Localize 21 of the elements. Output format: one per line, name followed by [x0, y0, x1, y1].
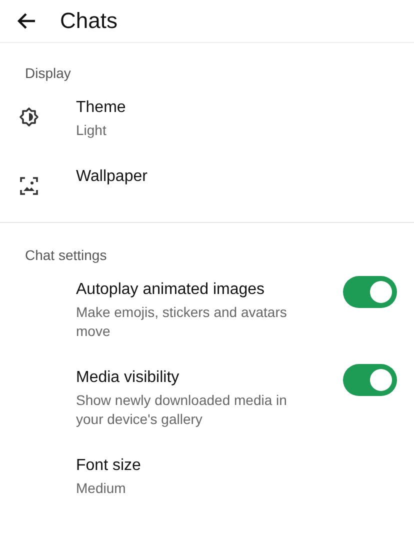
- item-subtitle: Medium: [76, 479, 127, 498]
- section-header: Chat settings: [24, 247, 108, 263]
- settings-item[interactable]: Theme Light: [0, 97, 414, 140]
- toggle-switch[interactable]: [343, 276, 397, 308]
- settings-item[interactable]: Media visibility Show newly downloaded media in your device's gallery: [0, 367, 414, 429]
- toggle-switch[interactable]: [343, 364, 397, 396]
- screen-title: Chats: [60, 8, 118, 34]
- item-subtitle: Show newly downloaded media in your device's gallery: [76, 391, 288, 429]
- item-title: Wallpaper: [76, 167, 148, 187]
- wallpaper-icon: [19, 176, 39, 196]
- item-title: Media visibility: [76, 368, 180, 388]
- item-subtitle: Make emojis, stickers and avatars move: [76, 303, 288, 341]
- item-subtitle: Light: [76, 121, 108, 140]
- settings-item[interactable]: Autoplay animated images Make emojis, stickers and avatars move: [0, 279, 414, 341]
- settings-item[interactable]: Font size Medium: [0, 455, 414, 498]
- item-title: Autoplay animated images: [76, 280, 266, 300]
- item-title: Font size: [76, 456, 142, 476]
- settings-item[interactable]: Wallpaper: [0, 166, 414, 196]
- item-title: Theme: [76, 98, 127, 118]
- brightness-icon: [19, 107, 39, 127]
- section-header: Display: [24, 65, 72, 81]
